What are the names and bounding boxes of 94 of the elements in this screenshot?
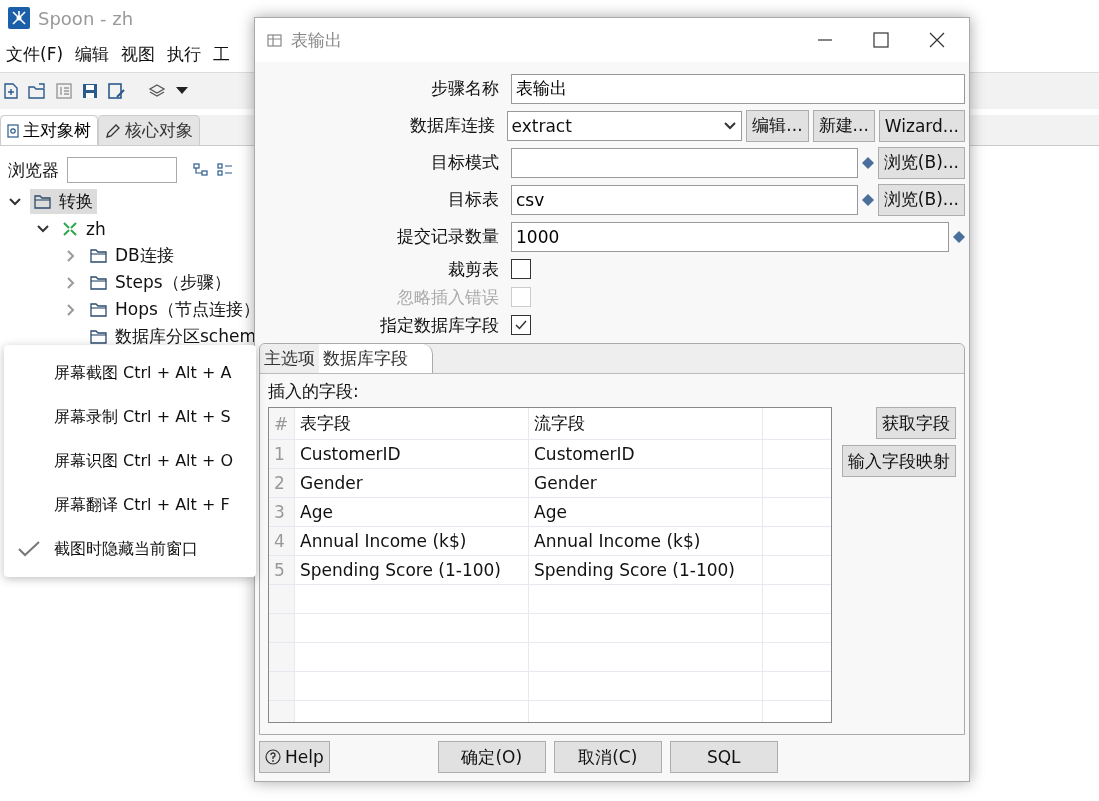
- tree-item[interactable]: zh: [58, 217, 110, 240]
- menu-item[interactable]: 编辑: [75, 42, 110, 66]
- variable-icon: [861, 193, 874, 206]
- dropdown-caret-icon[interactable]: [176, 87, 188, 95]
- tree-item[interactable]: 转换: [30, 189, 97, 214]
- folder-icon: [90, 248, 107, 263]
- field-label: 提交记录数量: [396, 225, 500, 248]
- pencil-icon: [105, 122, 121, 139]
- tab[interactable]: 数据库字段: [319, 344, 433, 373]
- dropdown[interactable]: extract: [506, 110, 743, 141]
- field-label: 数据库连接: [408, 114, 496, 137]
- input-field[interactable]: [511, 147, 858, 178]
- side-button[interactable]: 获取字段: [876, 407, 956, 439]
- table-cell: 1: [269, 440, 295, 468]
- folder-icon: [90, 275, 107, 290]
- form-button[interactable]: 新建...: [812, 109, 875, 142]
- table-cell: Age: [529, 498, 763, 526]
- dialog-title: 表输出: [291, 28, 342, 52]
- input-field[interactable]: csv: [511, 184, 858, 215]
- folder-icon: [90, 302, 107, 317]
- search-document-icon: [7, 123, 19, 138]
- browse-button[interactable]: 浏览(B)...: [877, 146, 965, 179]
- input-field[interactable]: 1000: [511, 221, 949, 252]
- table-icon: [267, 32, 283, 48]
- folder-icon: [90, 329, 107, 344]
- tree-item[interactable]: Steps（步骤）: [86, 270, 235, 295]
- maximize-icon[interactable]: [873, 32, 889, 48]
- dialog-button[interactable]: SQL: [669, 741, 778, 773]
- side-button[interactable]: 输入字段映射: [842, 445, 956, 477]
- form-button[interactable]: Wizard...: [878, 109, 965, 142]
- help-icon: [265, 749, 281, 765]
- table-cell: 5: [269, 556, 295, 584]
- menu-item[interactable]: 视图: [121, 42, 156, 66]
- menu-item[interactable]: 屏幕翻译 Ctrl + Alt + F: [4, 483, 256, 527]
- browse-button[interactable]: 浏览(B)...: [877, 183, 965, 216]
- menu-item[interactable]: 工: [213, 42, 231, 66]
- chevron-down-icon: [723, 120, 738, 131]
- panel-tab[interactable]: 核心对象: [98, 115, 200, 145]
- search-field[interactable]: [67, 157, 177, 183]
- field-label: 裁剪表: [447, 257, 500, 281]
- input-field[interactable]: 表输出: [511, 73, 965, 104]
- new-file-icon[interactable]: [4, 83, 18, 99]
- table-cell: 3: [269, 498, 295, 526]
- field-label: 目标模式: [430, 151, 500, 174]
- table-cell: Age: [295, 498, 529, 526]
- table-cell: 2: [269, 469, 295, 497]
- layers-icon[interactable]: [148, 83, 166, 99]
- table-cell: Spending Score (1-100): [529, 556, 763, 584]
- column-header: 表字段: [295, 408, 529, 439]
- tree-item[interactable]: DB连接: [86, 243, 178, 268]
- tree-item[interactable]: 数据库分区schem: [86, 324, 260, 349]
- field-label: 指定数据库字段: [379, 313, 500, 337]
- save-as-icon[interactable]: [108, 83, 126, 99]
- menu-item[interactable]: 截图时隐藏当前窗口: [4, 527, 256, 571]
- field-label: 忽略插入错误: [396, 285, 500, 309]
- browser-label: 浏览器: [8, 158, 59, 182]
- table-label: 插入的字段:: [268, 380, 360, 403]
- column-header: #: [269, 408, 295, 439]
- field-label: 目标表: [447, 188, 500, 211]
- menu-item[interactable]: 屏幕识图 Ctrl + Alt + O: [4, 439, 256, 483]
- table-cell: Annual Income (k$): [295, 527, 529, 555]
- menu-item[interactable]: 屏幕录制 Ctrl + Alt + S: [4, 395, 256, 439]
- tree-expand-icon[interactable]: [217, 163, 233, 177]
- table-cell: Gender: [295, 469, 529, 497]
- tree-collapse-icon[interactable]: [193, 163, 209, 177]
- menu-item[interactable]: 执行: [167, 42, 202, 66]
- checkbox[interactable]: [511, 259, 531, 279]
- save-icon[interactable]: [82, 83, 98, 99]
- table-cell: 4: [269, 527, 295, 555]
- tab[interactable]: 主选项: [260, 344, 319, 373]
- window-title: Spoon - zh: [38, 7, 134, 29]
- form-button[interactable]: 编辑...: [746, 109, 809, 142]
- folder-icon: [34, 194, 51, 209]
- panel-tab[interactable]: 主对象树: [0, 115, 98, 145]
- field-label: 步骤名称: [430, 77, 500, 100]
- open-folder-icon[interactable]: [28, 83, 46, 99]
- variable-icon: [953, 230, 965, 243]
- variable-icon: [861, 156, 874, 169]
- table-cell: Gender: [529, 469, 763, 497]
- column-header: 流字段: [529, 408, 763, 439]
- table-cell: CustomerID: [295, 440, 529, 468]
- menu-item[interactable]: 屏幕截图 Ctrl + Alt + A: [4, 351, 256, 395]
- close-icon[interactable]: [929, 32, 945, 48]
- app-logo-icon: [8, 7, 30, 29]
- help-button[interactable]: Help: [259, 741, 330, 773]
- transformation-icon: [62, 220, 78, 237]
- table-cell: Spending Score (1-100): [295, 556, 529, 584]
- table-cell: Annual Income (k$): [529, 527, 763, 555]
- checkbox[interactable]: [511, 315, 531, 335]
- dialog-button[interactable]: 确定(O): [437, 741, 546, 773]
- table-cell: CustomerID: [529, 440, 763, 468]
- tree-item[interactable]: Hops（节点连接）: [86, 297, 264, 322]
- menu-item[interactable]: 文件(F): [6, 42, 64, 66]
- dialog-button[interactable]: 取消(C): [553, 741, 662, 773]
